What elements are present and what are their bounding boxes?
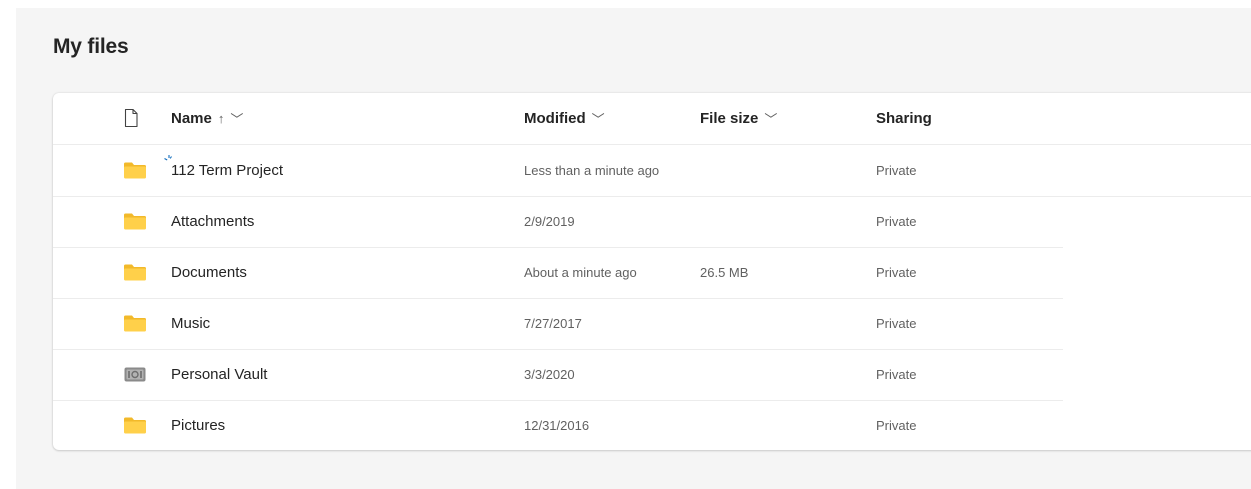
page-title: My files: [53, 35, 129, 58]
file-modified: 2/9/2019: [524, 214, 575, 229]
folder-icon: [124, 315, 146, 332]
sort-ascending-icon: ↑: [217, 111, 225, 126]
folder-icon: [124, 417, 146, 434]
file-name[interactable]: Personal Vault: [171, 349, 267, 400]
file-sharing[interactable]: Private: [876, 196, 916, 247]
column-header-file-size-label: File size: [700, 110, 759, 127]
document-icon[interactable]: [123, 108, 139, 128]
folder-icon: [124, 213, 146, 230]
file-size: 26.5 MB: [700, 265, 749, 280]
folder-icon: [124, 264, 146, 281]
chevron-down-icon[interactable]: ﹀: [230, 109, 243, 128]
file-sharing[interactable]: Private: [876, 247, 916, 298]
chevron-down-icon[interactable]: ﹀: [764, 109, 777, 128]
file-modified: Less than a minute ago: [524, 163, 660, 178]
table-row[interactable]: Pictures 12/31/2016 Private: [53, 400, 1063, 450]
vault-icon: [124, 367, 146, 382]
file-modified: About a minute ago: [524, 265, 637, 280]
file-name[interactable]: Music: [171, 298, 210, 349]
file-modified: 7/27/2017: [524, 316, 582, 331]
file-sharing[interactable]: Private: [876, 298, 916, 349]
column-header-sharing[interactable]: Sharing: [876, 93, 932, 144]
column-header-file-size[interactable]: File size ﹀: [700, 93, 777, 144]
file-modified: 3/3/2020: [524, 367, 575, 382]
file-sharing[interactable]: Private: [876, 349, 916, 400]
file-list: Name ↑ ﹀ Modified ﹀ File size ﹀ Sharing: [53, 93, 1251, 450]
file-name[interactable]: Documents: [171, 247, 247, 298]
file-name[interactable]: Attachments: [171, 196, 254, 247]
folder-icon: [124, 162, 146, 179]
file-modified: 12/31/2016: [524, 418, 590, 433]
file-name[interactable]: Pictures: [171, 400, 225, 450]
column-header-name[interactable]: Name ↑ ﹀: [171, 93, 243, 144]
table-row[interactable]: Music 7/27/2017 Private: [53, 298, 1063, 350]
file-list-header: Name ↑ ﹀ Modified ﹀ File size ﹀ Sharing: [53, 93, 1251, 145]
file-sharing[interactable]: Private: [876, 145, 916, 196]
table-row[interactable]: Personal Vault 3/3/2020 Private: [53, 349, 1063, 401]
column-header-name-label: Name: [171, 110, 212, 127]
table-row[interactable]: Attachments 2/9/2019 Private: [53, 196, 1063, 248]
files-page: My files Name ↑ ﹀ Modified ﹀ File size ﹀: [16, 8, 1251, 489]
table-row[interactable]: 112 Term Project Less than a minute ago …: [53, 145, 1251, 197]
file-name[interactable]: 112 Term Project: [171, 145, 283, 196]
table-row[interactable]: Documents About a minute ago 26.5 MB Pri…: [53, 247, 1063, 299]
column-header-sharing-label: Sharing: [876, 110, 932, 127]
column-header-modified-label: Modified: [524, 110, 586, 127]
file-sharing[interactable]: Private: [876, 400, 916, 450]
chevron-down-icon[interactable]: ﹀: [592, 109, 605, 128]
column-header-modified[interactable]: Modified ﹀: [524, 93, 605, 144]
